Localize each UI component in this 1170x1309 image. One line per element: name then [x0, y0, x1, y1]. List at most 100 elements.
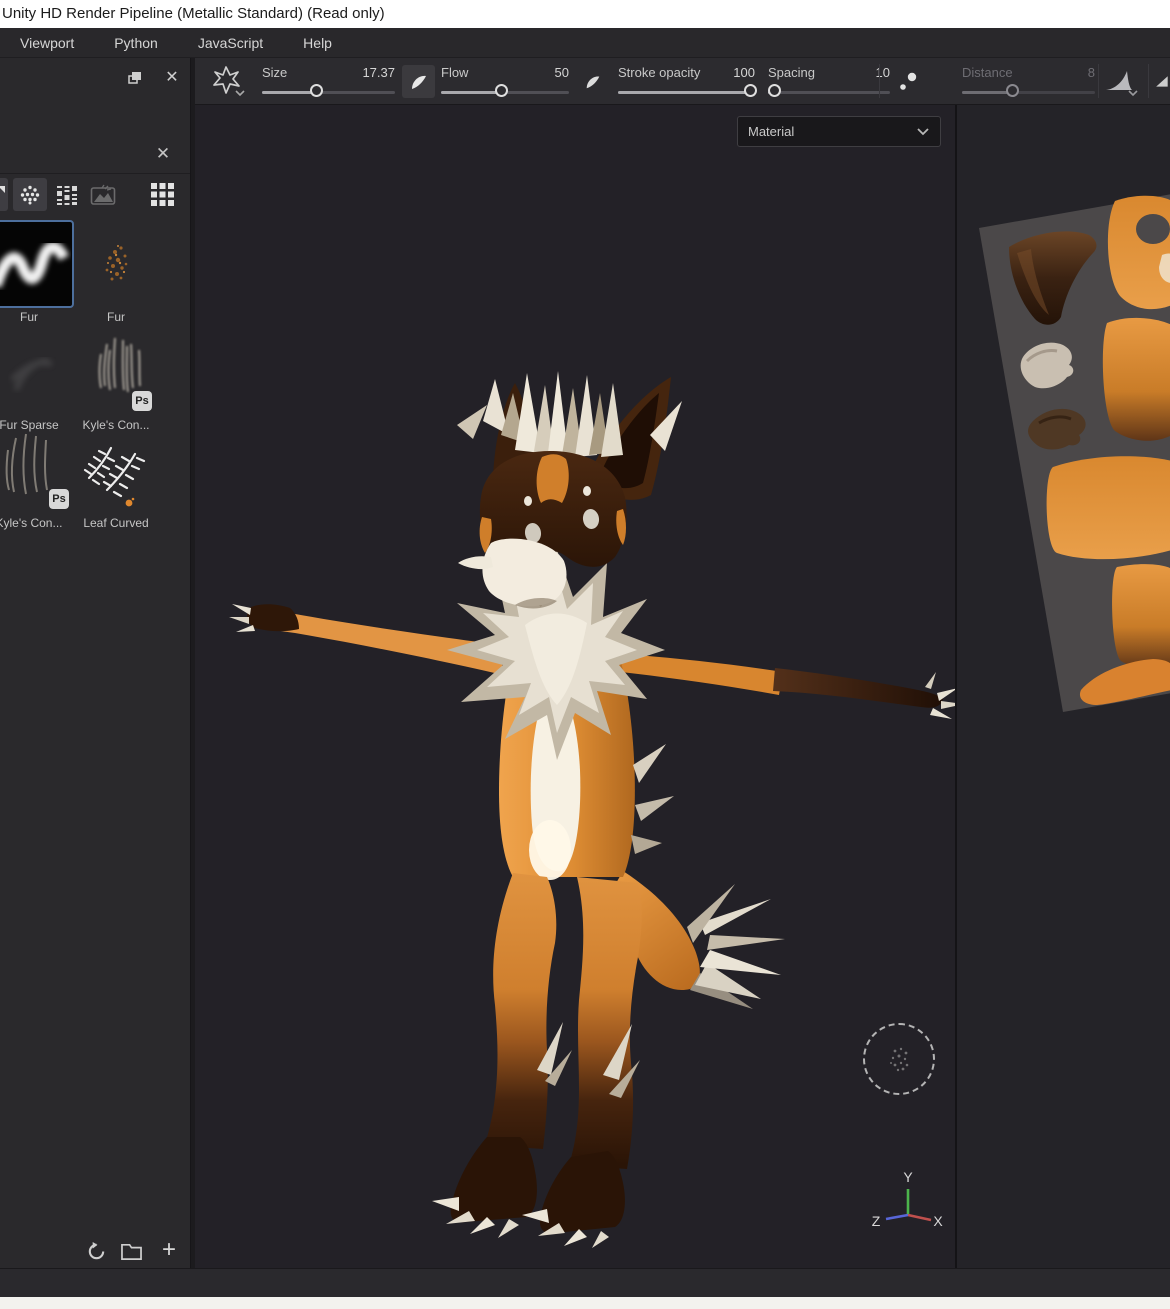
brush-thumbnail [77, 222, 155, 306]
brush-item-fur-2[interactable]: Fur [77, 222, 155, 326]
stroke-opacity-track[interactable] [618, 91, 755, 94]
chevron-down-icon [916, 127, 930, 136]
viewport-3d[interactable]: Material Y X Z [195, 105, 955, 1268]
menu-bar: Viewport Python JavaScript Help [0, 28, 1170, 58]
open-folder-button[interactable] [118, 1238, 144, 1264]
plus-icon: + [162, 1236, 176, 1264]
brush-thumbnail [0, 330, 72, 414]
distance-knob [1006, 84, 1019, 97]
stroke-opacity-knob[interactable] [744, 84, 757, 97]
flow-pressure-toggle[interactable] [582, 71, 604, 93]
flow-knob[interactable] [495, 84, 508, 97]
scatter-toggle[interactable] [895, 69, 921, 95]
brush-item-fur-1[interactable]: Fur [0, 222, 72, 326]
brush-item-leaf-curved[interactable]: Leaf Curved [77, 428, 155, 532]
brush-tip-icon [0, 184, 6, 206]
viewport-2d-uv[interactable] [955, 105, 1170, 1268]
application-window: Unity HD Render Pipeline (Metallic Stand… [0, 0, 1170, 1309]
brush-stamp-preset-button[interactable] [209, 64, 247, 99]
photoshop-badge: Ps [49, 489, 69, 509]
size-track[interactable] [262, 91, 395, 94]
size-label: Size [262, 65, 287, 80]
distance-track [962, 91, 1095, 94]
size-slider[interactable]: Size 17.37 [262, 58, 395, 105]
sliders-icon [55, 183, 79, 207]
pen-pressure-icon [409, 72, 429, 92]
material-dropdown-value: Material [748, 124, 794, 139]
filter-tab-clipped[interactable] [0, 178, 8, 211]
material-mode-dropdown[interactable]: Material [737, 116, 941, 147]
color-splat-icon [124, 497, 135, 508]
distance-slider: Distance 8 [962, 58, 1095, 105]
filter-tab-patterns[interactable] [88, 178, 118, 211]
spacing-label: Spacing [768, 65, 815, 80]
spacing-track[interactable] [768, 91, 890, 94]
size-knob[interactable] [310, 84, 323, 97]
close-icon: ✕ [165, 67, 178, 87]
menu-viewport[interactable]: Viewport [6, 35, 88, 51]
falloff-curve-icon [1103, 67, 1143, 97]
clipped-angle-button[interactable] [1155, 69, 1170, 95]
brush-label: Leaf Curved [65, 516, 167, 530]
stroke-opacity-value: 100 [733, 65, 755, 80]
distance-value: 8 [1088, 65, 1095, 80]
add-brush-button[interactable]: + [156, 1236, 182, 1264]
axis-y-label: Y [903, 1169, 913, 1185]
flow-slider[interactable]: Flow 50 [441, 58, 569, 105]
grid-icon [150, 182, 175, 207]
brush-thumbnail [0, 222, 72, 306]
brush-item-fur-sparse[interactable]: Fur Sparse [0, 330, 72, 434]
close-icon: ✕ [156, 144, 170, 164]
clear-search-button[interactable]: ✕ [153, 144, 173, 164]
spacing-knob[interactable] [768, 84, 781, 97]
distance-label: Distance [962, 65, 1013, 80]
photoshop-badge: Ps [132, 391, 152, 411]
pen-pressure-icon [584, 73, 602, 91]
panel-separator [0, 173, 190, 174]
filter-tab-tool-presets[interactable] [52, 178, 82, 211]
spacing-slider[interactable]: Spacing 10 [768, 58, 890, 105]
axis-z-label: Z [872, 1213, 881, 1229]
window-title: Unity HD Render Pipeline (Metallic Stand… [0, 0, 1170, 28]
uv-texture-sheet [957, 105, 1170, 1268]
brush-thumbnail: Ps [77, 330, 155, 414]
reload-shelf-button[interactable] [83, 1238, 109, 1264]
refresh-icon [86, 1241, 107, 1262]
brush-shelf-panel: ✕ ✕ [0, 58, 191, 1268]
size-pressure-toggle[interactable] [402, 65, 435, 98]
size-value: 17.37 [362, 65, 395, 80]
axis-x-label: X [933, 1213, 943, 1229]
axis-gizmo[interactable]: Y X Z [858, 1165, 955, 1235]
brush-label: Fur [65, 310, 167, 324]
brush-thumbnail [77, 428, 155, 512]
taskbar-strip [0, 1297, 1170, 1309]
restore-panel-button[interactable] [126, 69, 144, 87]
stroke-opacity-label: Stroke opacity [618, 65, 700, 80]
flow-value: 50 [555, 65, 569, 80]
brush-toolbar: Size 17.37 Flow 50 Stroke opacity [195, 58, 1170, 105]
flow-label: Flow [441, 65, 468, 80]
view-grid-button[interactable] [145, 178, 179, 211]
filter-tab-brushes[interactable] [13, 178, 47, 211]
stroke-opacity-slider[interactable]: Stroke opacity 100 [618, 58, 755, 105]
brush-cursor [863, 1023, 935, 1095]
menu-javascript[interactable]: JavaScript [184, 35, 277, 51]
angle-triangle-icon [1155, 69, 1170, 95]
falloff-curve-button[interactable] [1103, 67, 1143, 97]
brush-preview-speckle [865, 1025, 933, 1093]
restore-icon [128, 71, 142, 85]
spacing-value: 10 [876, 65, 890, 80]
brush-thumbnail: Ps [0, 428, 72, 512]
brush-item-kyles-con-1[interactable]: Ps Kyle's Con... [77, 330, 155, 434]
image-icon [90, 184, 116, 206]
menu-python[interactable]: Python [100, 35, 172, 51]
brush-item-kyles-con-2[interactable]: Ps Kyle's Con... [0, 428, 72, 532]
scatter-dots-icon [896, 70, 920, 94]
character-model-fox [195, 105, 955, 1268]
close-panel-button[interactable]: ✕ [163, 68, 181, 86]
brush-splat-icon [209, 64, 247, 99]
menu-help[interactable]: Help [289, 35, 346, 51]
halftone-sphere-icon [18, 183, 42, 207]
bottom-status-bar [0, 1268, 1170, 1297]
folder-icon [120, 1241, 143, 1261]
